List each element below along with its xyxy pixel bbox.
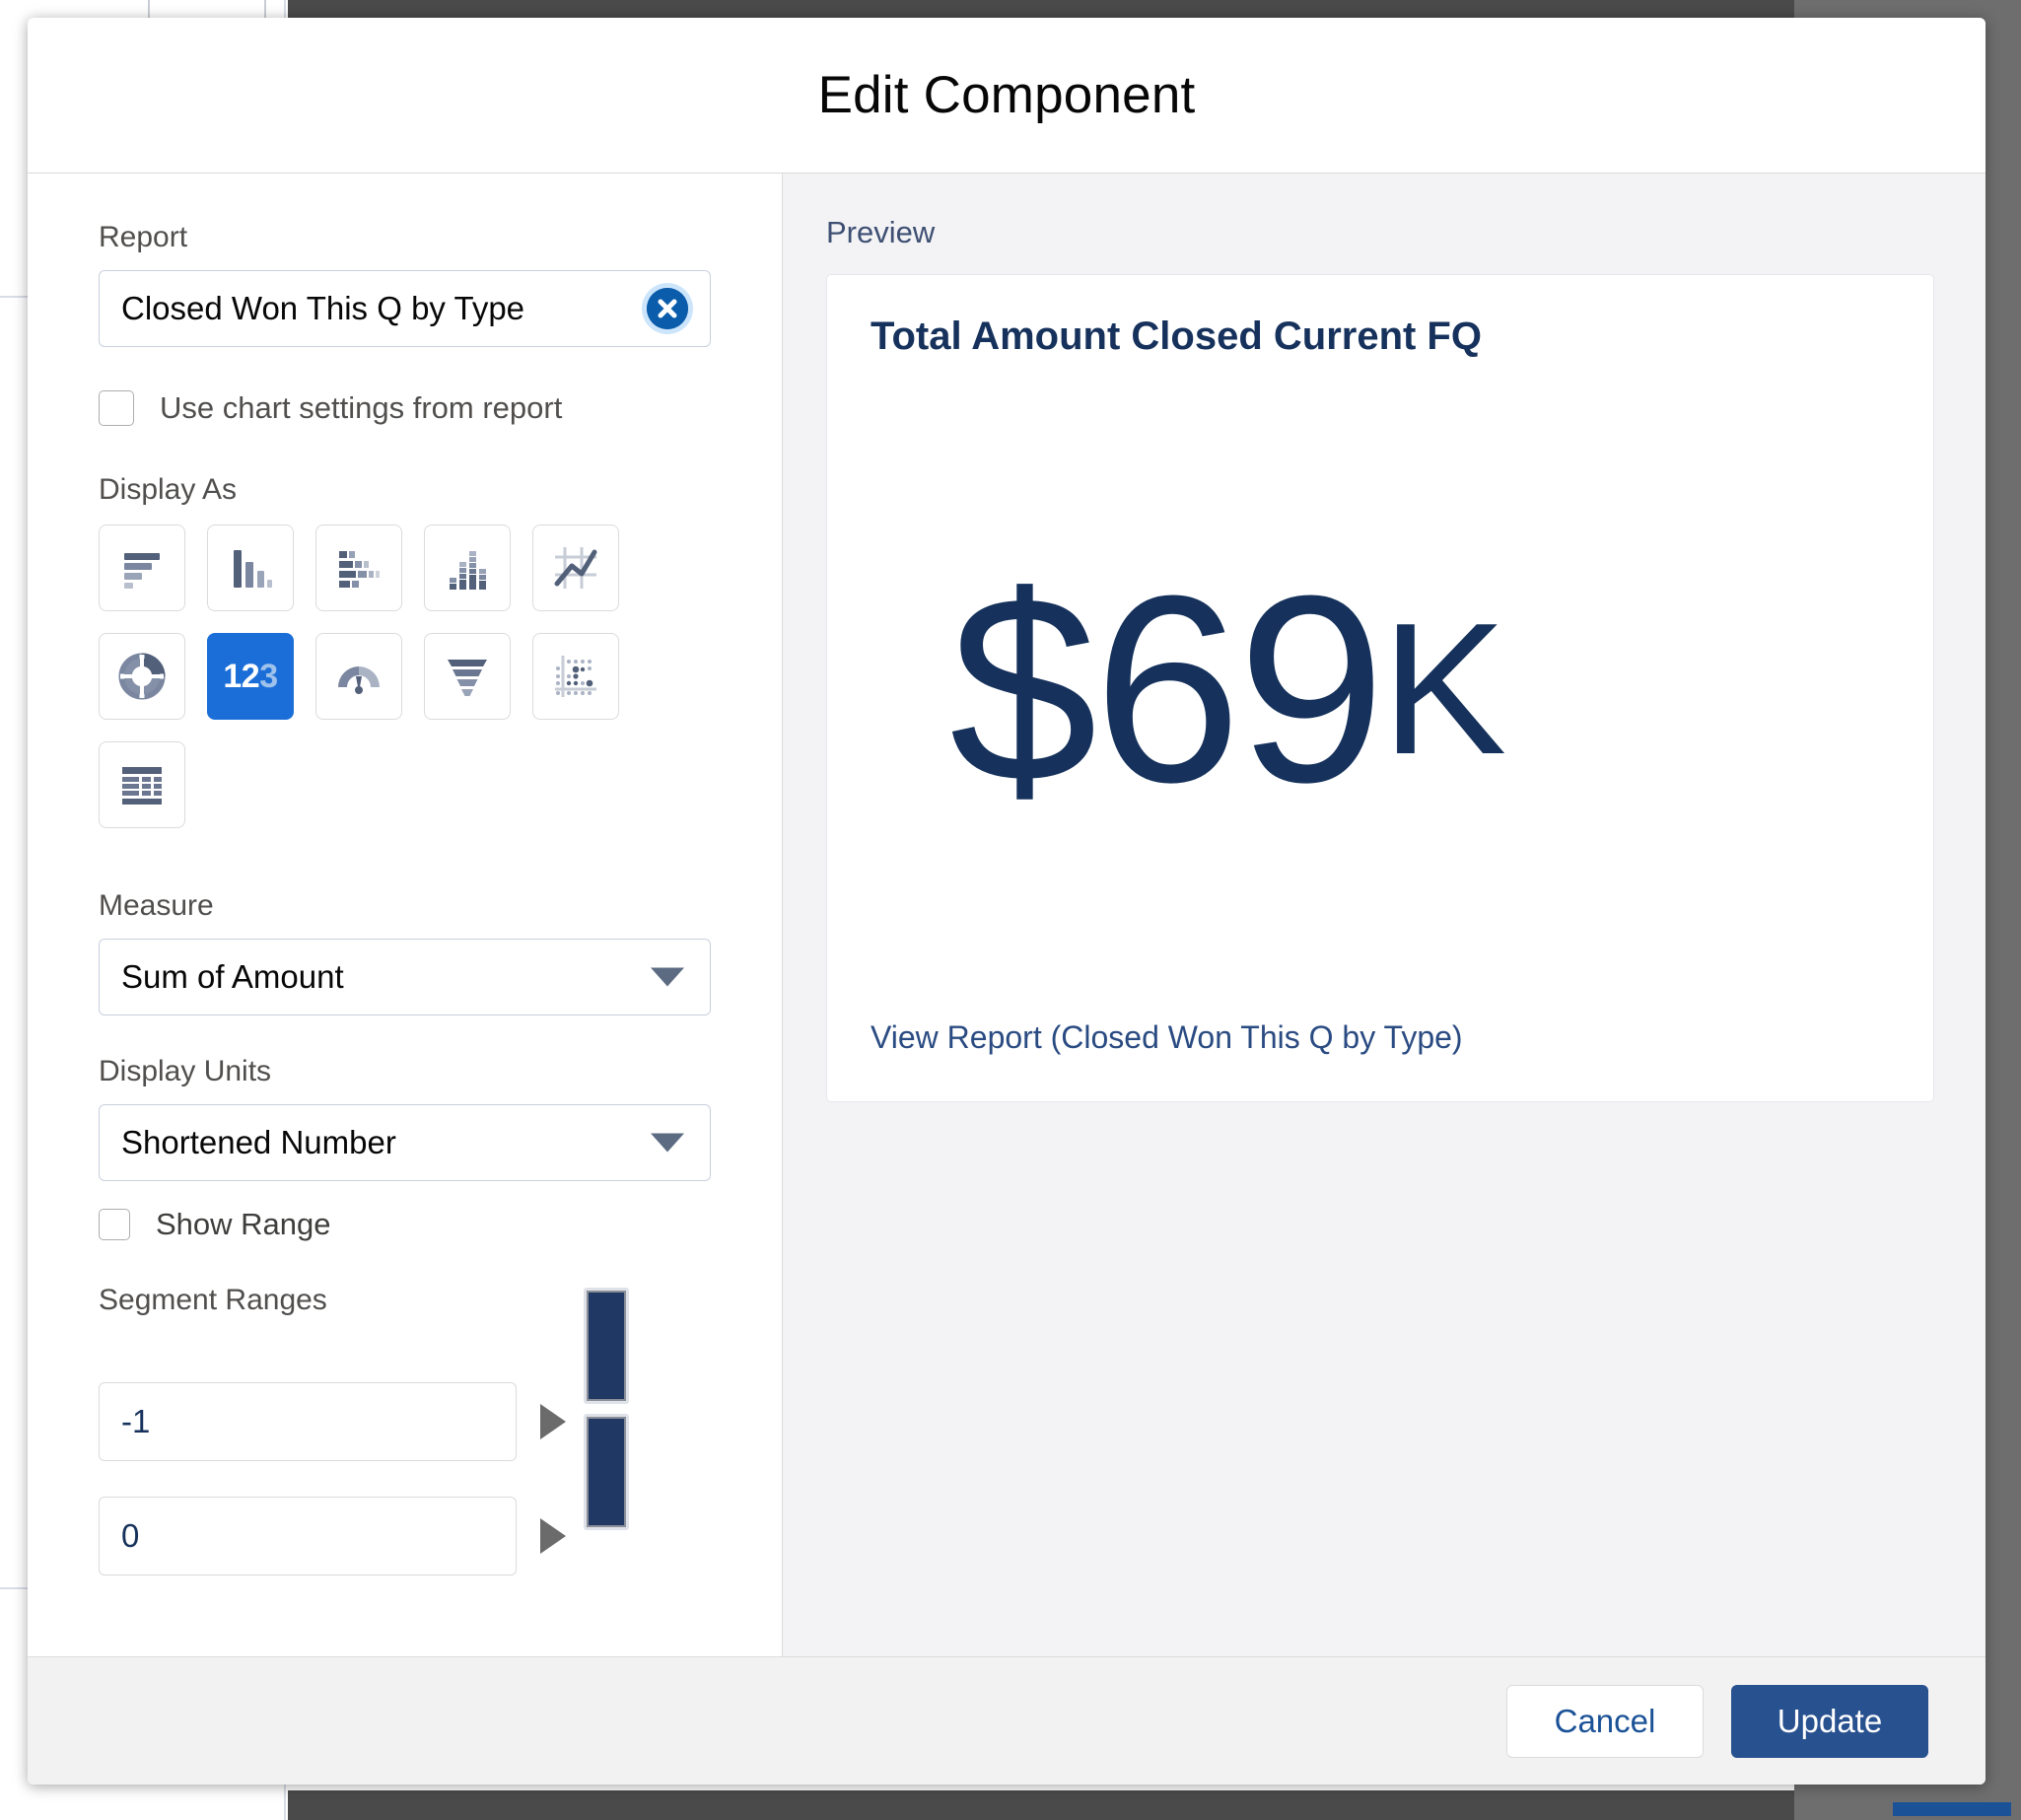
segment-range-input[interactable]: -1 [99, 1382, 517, 1461]
segment-color-swatch[interactable] [584, 1288, 629, 1404]
display-as-option-table[interactable] [99, 741, 185, 828]
modal-body: Report Closed Won This Q by Type Use cha… [28, 174, 1986, 1656]
segment-range-input[interactable]: 0 [99, 1497, 517, 1575]
funnel-chart-icon [444, 653, 491, 700]
preview-metric-suffix: K [1381, 584, 1506, 794]
report-label: Report [99, 221, 188, 253]
update-button[interactable]: Update [1731, 1684, 1928, 1758]
segment-color-swatch[interactable] [584, 1414, 629, 1530]
background-bottom-strip [288, 1790, 2021, 1820]
preview-label: Preview [826, 215, 936, 249]
preview-card-title: Total Amount Closed Current FQ [871, 315, 1482, 358]
display-as-option-vertical-bar-chart[interactable] [207, 525, 294, 611]
measure-section: Measure Sum of Amount [99, 889, 711, 1015]
chevron-down-icon [651, 1133, 684, 1153]
use-chart-settings-row[interactable]: Use chart settings from report [99, 390, 711, 426]
display-as-option-donut-chart[interactable] [99, 633, 185, 720]
stacked-horizontal-bar-chart-icon [335, 544, 383, 592]
screen-root: nts Acn Mec e.co Ope Edit Component Repo… [0, 0, 2021, 1820]
use-chart-settings-checkbox[interactable] [99, 390, 134, 426]
display-as-option-line-chart[interactable] [532, 525, 619, 611]
preview-card: Total Amount Closed Current FQ $69 K View… [826, 274, 1934, 1102]
gauge-chart-icon [335, 653, 383, 700]
display-units-select[interactable]: Shortened Number [99, 1104, 711, 1181]
clear-circle-icon[interactable] [647, 288, 688, 329]
display-as-option-funnel-chart[interactable] [424, 633, 511, 720]
cancel-button[interactable]: Cancel [1506, 1684, 1704, 1758]
line-chart-icon [552, 544, 599, 592]
use-chart-settings-label: Use chart settings from report [160, 390, 563, 425]
show-range-checkbox[interactable] [99, 1209, 130, 1240]
display-as-section: Display As 123 [99, 473, 711, 850]
preview-metric: $69 K [871, 359, 1890, 1019]
measure-select[interactable]: Sum of Amount [99, 939, 711, 1015]
modal-header: Edit Component [28, 18, 1986, 174]
settings-panel: Report Closed Won This Q by Type Use cha… [28, 174, 783, 1656]
expand-triangle-icon[interactable] [540, 1518, 566, 1554]
display-as-option-horizontal-bar-chart[interactable] [99, 525, 185, 611]
display-as-option-metric-number[interactable]: 123 [207, 633, 294, 720]
preview-panel: Preview Total Amount Closed Current FQ $… [783, 174, 1986, 1656]
background-blue-chip [1893, 1802, 2011, 1816]
metric-number-icon-lit: 12 [223, 657, 260, 695]
metric-number-icon-dim: 3 [259, 657, 278, 695]
modal-title: Edit Component [817, 66, 1196, 124]
show-range-label: Show Range [156, 1207, 331, 1241]
view-report-link[interactable]: View Report (Closed Won This Q by Type) [871, 1019, 1890, 1101]
stacked-vertical-bar-chart-icon [444, 544, 491, 592]
show-range-row[interactable]: Show Range [99, 1207, 711, 1242]
display-as-option-scatter-chart[interactable] [532, 633, 619, 720]
report-combobox[interactable]: Closed Won This Q by Type [99, 270, 711, 347]
donut-chart-icon [118, 653, 166, 700]
display-as-label: Display As [99, 473, 238, 506]
chevron-down-icon [651, 967, 684, 987]
vertical-bar-chart-icon [227, 544, 274, 592]
horizontal-bar-chart-icon [118, 544, 166, 592]
display-units-label: Display Units [99, 1055, 272, 1087]
edit-component-modal: Edit Component Report Closed Won This Q … [28, 18, 1986, 1785]
modal-footer: Cancel Update [28, 1656, 1986, 1785]
display-as-icon-grid: 123 [99, 525, 711, 850]
display-as-option-gauge-chart[interactable] [315, 633, 402, 720]
table-icon [118, 761, 166, 808]
measure-label: Measure [99, 889, 214, 922]
scatter-chart-icon [552, 653, 599, 700]
segment-ranges-rows: -1 0 [99, 1288, 711, 1575]
display-as-option-stacked-vertical-bar-chart[interactable] [424, 525, 511, 611]
segment-color-swatches [584, 1288, 629, 1530]
measure-value: Sum of Amount [121, 958, 344, 995]
metric-number-icon: 123 [223, 657, 278, 696]
display-as-option-stacked-horizontal-bar-chart[interactable] [315, 525, 402, 611]
preview-metric-value: $69 [949, 540, 1385, 838]
display-units-section: Display Units Shortened Number [99, 1055, 711, 1181]
report-value: Closed Won This Q by Type [121, 290, 525, 326]
expand-triangle-icon[interactable] [540, 1404, 566, 1439]
display-units-value: Shortened Number [121, 1124, 396, 1160]
